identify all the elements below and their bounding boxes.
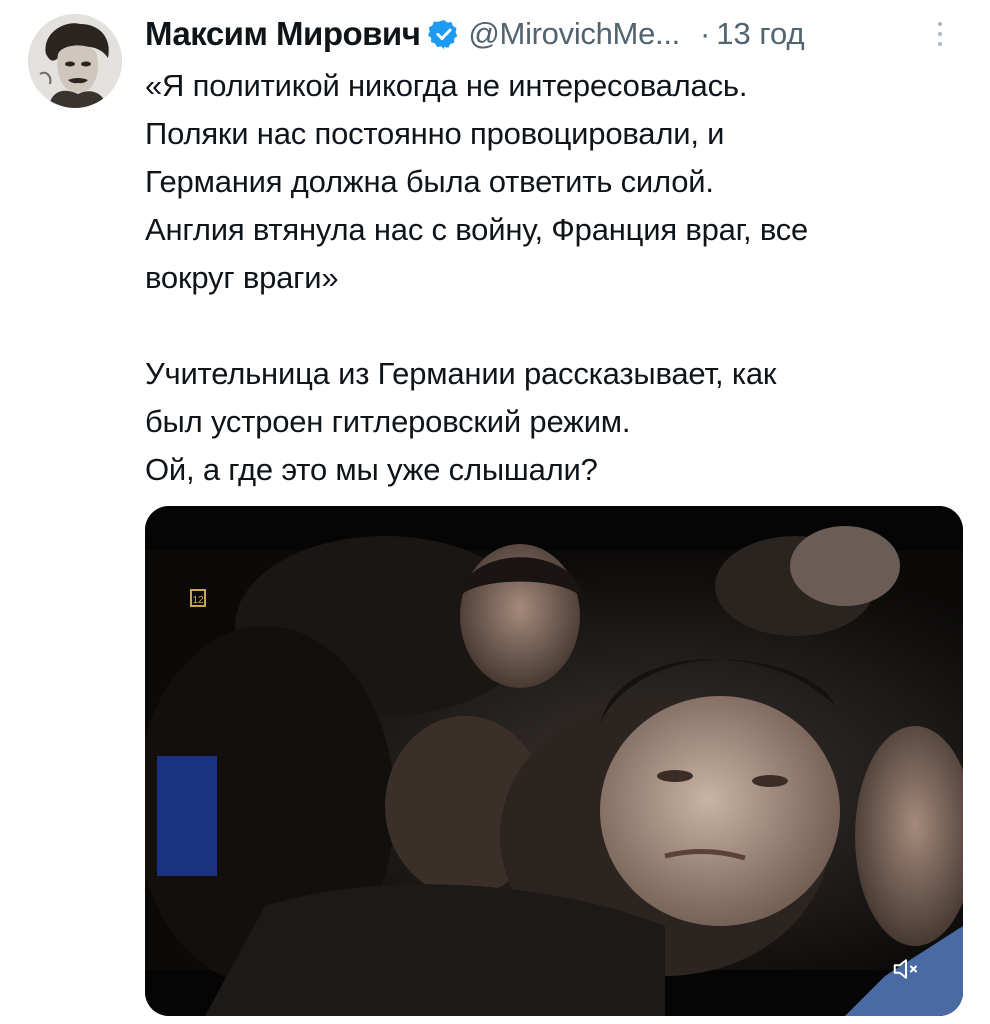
speaker-muted-icon xyxy=(893,959,917,979)
timestamp[interactable]: 13 год xyxy=(716,16,804,52)
author-name[interactable]: Максим Мирович xyxy=(145,15,421,53)
mute-button[interactable] xyxy=(883,946,929,992)
video-frame: 12 xyxy=(145,506,963,1016)
tweet-header: Максим Мирович @MirovichMe... · 13 год xyxy=(145,11,965,57)
text-line: Учительница из Германии рассказывает, ка… xyxy=(145,356,777,391)
verified-badge-icon xyxy=(428,20,458,50)
text-line: Германия должна была ответить силой. xyxy=(145,164,714,199)
text-line: Поляки нас постоянно провоцировали, и xyxy=(145,116,725,151)
tweet[interactable]: Максим Мирович @MirovichMe... · 13 год «… xyxy=(0,0,990,1024)
tweet-text: «Я политикой никогда не интересовалась. … xyxy=(145,62,965,494)
avatar-image xyxy=(28,14,122,108)
author-handle[interactable]: @MirovichMe... xyxy=(468,16,680,52)
rating-badge: 12 xyxy=(192,595,204,606)
text-line: был устроен гитлеровский режим. xyxy=(145,404,631,439)
text-line: вокруг враги» xyxy=(145,260,339,295)
separator-dot: · xyxy=(699,16,711,51)
text-line: «Я политикой никогда не интересовалась. xyxy=(145,68,748,103)
video-player[interactable]: 12 xyxy=(145,506,963,1016)
text-line: Англия втянула нас с войну, Франция враг… xyxy=(145,212,809,247)
avatar[interactable] xyxy=(28,14,122,108)
text-line: Ой, а где это мы уже слышали? xyxy=(145,452,598,487)
more-vertical-icon[interactable] xyxy=(934,22,946,54)
